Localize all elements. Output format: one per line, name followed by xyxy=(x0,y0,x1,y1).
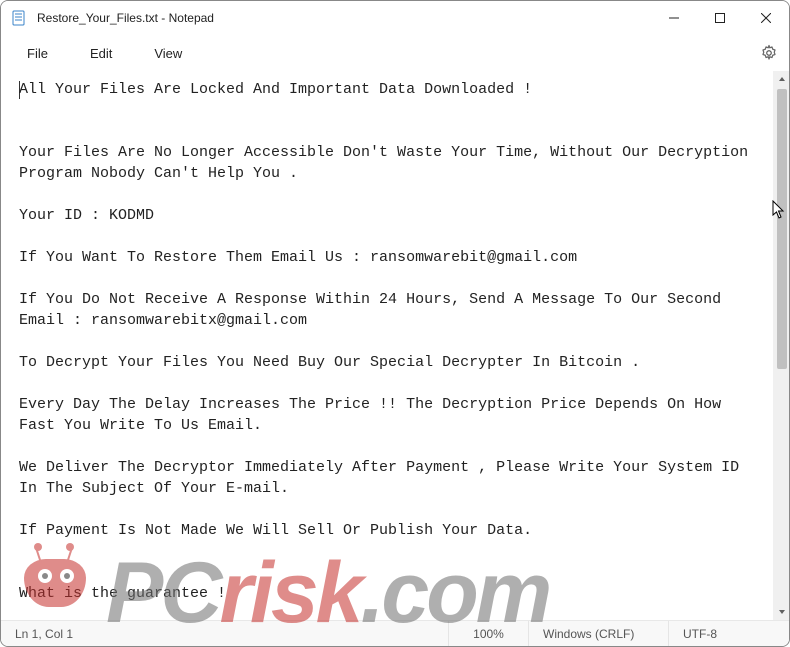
scroll-thumb[interactable] xyxy=(777,89,787,369)
menu-edit[interactable]: Edit xyxy=(82,40,120,67)
menu-view[interactable]: View xyxy=(146,40,190,67)
menu-bar: File Edit View xyxy=(1,35,789,71)
notepad-window: Restore_Your_Files.txt - Notepad File Ed… xyxy=(0,0,790,647)
notepad-app-icon xyxy=(11,10,27,26)
scroll-up-arrow-icon[interactable] xyxy=(774,71,789,87)
status-zoom[interactable]: 100% xyxy=(449,621,529,646)
window-controls xyxy=(651,1,789,35)
title-bar[interactable]: Restore_Your_Files.txt - Notepad xyxy=(1,1,789,35)
editor-viewport: All Your Files Are Locked And Important … xyxy=(1,71,789,620)
status-line-ending: Windows (CRLF) xyxy=(529,621,669,646)
status-cursor-position: Ln 1, Col 1 xyxy=(1,621,449,646)
scroll-down-arrow-icon[interactable] xyxy=(774,604,789,620)
text-editor[interactable]: All Your Files Are Locked And Important … xyxy=(1,71,773,620)
menu-file[interactable]: File xyxy=(19,40,56,67)
window-title: Restore_Your_Files.txt - Notepad xyxy=(37,11,651,25)
status-encoding: UTF-8 xyxy=(669,621,789,646)
maximize-button[interactable] xyxy=(697,1,743,35)
minimize-button[interactable] xyxy=(651,1,697,35)
document-text: All Your Files Are Locked And Important … xyxy=(19,81,757,620)
close-button[interactable] xyxy=(743,1,789,35)
vertical-scrollbar[interactable] xyxy=(773,71,789,620)
settings-gear-icon[interactable] xyxy=(759,43,779,63)
status-bar: Ln 1, Col 1 100% Windows (CRLF) UTF-8 xyxy=(1,620,789,646)
